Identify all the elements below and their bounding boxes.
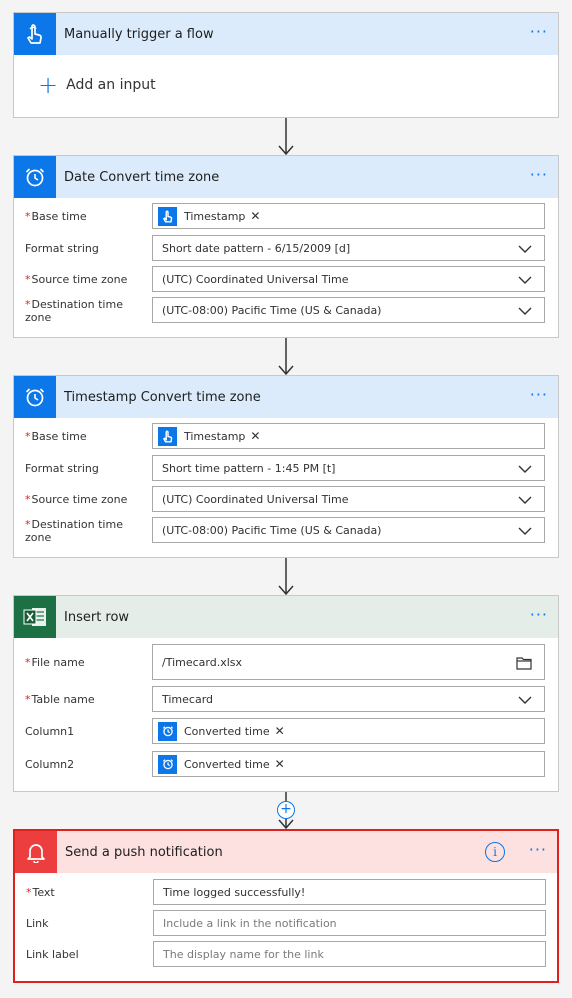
trigger-card[interactable]: Manually trigger a flow ··· + Add an inp…	[13, 12, 559, 118]
destination-time-zone-value: (UTC-08:00) Pacific Time (US & Canada)	[162, 303, 382, 317]
text-field[interactable]: Time logged successfully!	[153, 879, 546, 905]
table-name-label: *Table name	[25, 693, 95, 706]
token-label: Converted time	[184, 757, 270, 771]
connector-arrow-3	[276, 558, 296, 600]
source-time-zone-value: (UTC) Coordinated Universal Time	[162, 492, 349, 506]
connector-arrow-1	[276, 118, 296, 160]
chevron-down-icon	[518, 465, 532, 473]
alarm-clock-icon	[158, 754, 177, 774]
date-convert-card[interactable]: Date Convert time zone ··· *Base time Ti…	[13, 155, 559, 338]
column1-label: Column1	[25, 725, 75, 738]
insert-row-more-menu-icon[interactable]: ···	[530, 606, 548, 624]
base-time-field[interactable]: Timestamp ✕	[152, 203, 545, 229]
touch-hand-icon	[158, 206, 177, 226]
plus-icon: +	[38, 71, 59, 99]
timestamp-token[interactable]: Timestamp ✕	[158, 206, 260, 226]
file-name-label: *File name	[25, 656, 85, 669]
base-time-field[interactable]: Timestamp ✕	[152, 423, 545, 449]
destination-time-zone-label: *Destination time zone	[25, 298, 123, 324]
source-time-zone-dropdown[interactable]: (UTC) Coordinated Universal Time	[152, 266, 545, 292]
column2-label: Column2	[25, 758, 75, 771]
format-string-label: Format string	[25, 462, 99, 475]
add-input-label: Add an input	[66, 77, 156, 93]
file-name-field[interactable]: /Timecard.xlsx	[152, 644, 545, 680]
source-time-zone-dropdown[interactable]: (UTC) Coordinated Universal Time	[152, 486, 545, 512]
timestamp-convert-header[interactable]: Timestamp Convert time zone ···	[14, 376, 558, 418]
chevron-down-icon	[518, 527, 532, 535]
text-value: Time logged successfully!	[163, 885, 306, 899]
destination-time-zone-dropdown[interactable]: (UTC-08:00) Pacific Time (US & Canada)	[152, 517, 545, 543]
column2-field[interactable]: Converted time ✕	[152, 751, 545, 777]
link-label: Link	[26, 917, 49, 930]
excel-icon	[14, 596, 56, 638]
insert-step-button[interactable]: +	[277, 801, 295, 819]
trigger-title: Manually trigger a flow	[64, 26, 214, 42]
link-field[interactable]: Include a link in the notification	[153, 910, 546, 936]
timestamp-token[interactable]: Timestamp ✕	[158, 426, 260, 446]
destination-time-zone-value: (UTC-08:00) Pacific Time (US & Canada)	[162, 523, 382, 537]
touch-hand-icon	[14, 13, 56, 55]
alarm-clock-icon	[14, 376, 56, 418]
push-notification-title: Send a push notification	[65, 844, 223, 860]
source-time-zone-value: (UTC) Coordinated Universal Time	[162, 272, 349, 286]
alarm-clock-icon	[158, 721, 177, 741]
table-name-dropdown[interactable]: Timecard	[152, 686, 545, 712]
trigger-header[interactable]: Manually trigger a flow ···	[14, 13, 558, 55]
timestamp-convert-more-menu-icon[interactable]: ···	[530, 386, 548, 404]
date-convert-title: Date Convert time zone	[64, 169, 220, 185]
info-icon[interactable]: i	[485, 842, 505, 862]
push-notification-header[interactable]: Send a push notification i ···	[15, 831, 557, 873]
connector-arrow-2	[276, 338, 296, 380]
remove-token-icon[interactable]: ✕	[250, 429, 260, 443]
column1-field[interactable]: Converted time ✕	[152, 718, 545, 744]
alarm-clock-icon	[14, 156, 56, 198]
remove-token-icon[interactable]: ✕	[250, 209, 260, 223]
link-label-label: Link label	[26, 948, 79, 961]
source-time-zone-label: *Source time zone	[25, 493, 128, 506]
format-string-dropdown[interactable]: Short date pattern - 6/15/2009 [d]	[152, 235, 545, 261]
link-label-placeholder: The display name for the link	[163, 947, 324, 961]
table-name-value: Timecard	[162, 692, 214, 706]
chevron-down-icon	[518, 696, 532, 704]
destination-time-zone-dropdown[interactable]: (UTC-08:00) Pacific Time (US & Canada)	[152, 297, 545, 323]
link-label-field[interactable]: The display name for the link	[153, 941, 546, 967]
converted-time-token[interactable]: Converted time ✕	[158, 721, 285, 741]
insert-row-header[interactable]: Insert row ···	[14, 596, 558, 638]
base-time-label: *Base time	[25, 210, 87, 223]
push-notification-card[interactable]: Send a push notification i ··· *Text Tim…	[13, 829, 559, 983]
format-string-dropdown[interactable]: Short time pattern - 1:45 PM [t]	[152, 455, 545, 481]
base-time-label: *Base time	[25, 430, 87, 443]
remove-token-icon[interactable]: ✕	[275, 724, 285, 738]
destination-time-zone-label: *Destination time zone	[25, 518, 123, 544]
insert-row-card[interactable]: Insert row ··· *File name /Timecard.xlsx…	[13, 595, 559, 792]
date-convert-header[interactable]: Date Convert time zone ···	[14, 156, 558, 198]
bell-icon	[15, 831, 57, 873]
timestamp-convert-title: Timestamp Convert time zone	[64, 389, 261, 405]
chevron-down-icon	[518, 245, 532, 253]
trigger-more-menu-icon[interactable]: ···	[530, 23, 548, 41]
link-placeholder: Include a link in the notification	[163, 916, 337, 930]
timestamp-convert-card[interactable]: Timestamp Convert time zone ··· *Base ti…	[13, 375, 559, 558]
token-label: Converted time	[184, 724, 270, 738]
token-label: Timestamp	[184, 209, 246, 223]
source-time-zone-label: *Source time zone	[25, 273, 128, 286]
format-string-value: Short date pattern - 6/15/2009 [d]	[162, 241, 351, 255]
file-name-value: /Timecard.xlsx	[162, 655, 243, 669]
chevron-down-icon	[518, 307, 532, 315]
folder-icon[interactable]	[516, 656, 532, 670]
format-string-value: Short time pattern - 1:45 PM [t]	[162, 461, 336, 475]
add-input-button[interactable]: + Add an input	[38, 71, 156, 99]
text-label: *Text	[26, 886, 55, 899]
push-notification-more-menu-icon[interactable]: ···	[529, 841, 547, 859]
token-label: Timestamp	[184, 429, 246, 443]
insert-row-title: Insert row	[64, 609, 130, 625]
converted-time-token[interactable]: Converted time ✕	[158, 754, 285, 774]
remove-token-icon[interactable]: ✕	[275, 757, 285, 771]
date-convert-more-menu-icon[interactable]: ···	[530, 166, 548, 184]
touch-hand-icon	[158, 426, 177, 446]
format-string-label: Format string	[25, 242, 99, 255]
chevron-down-icon	[518, 496, 532, 504]
chevron-down-icon	[518, 276, 532, 284]
